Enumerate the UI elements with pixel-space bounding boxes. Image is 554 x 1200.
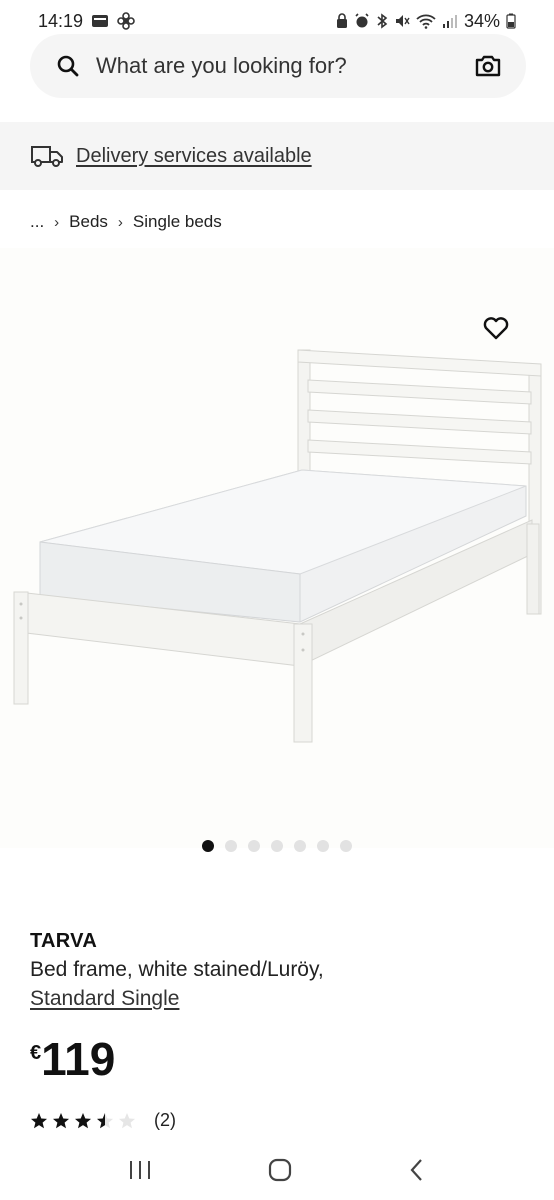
- delivery-banner[interactable]: Delivery services available: [0, 122, 554, 190]
- status-time: 14:19: [38, 10, 84, 31]
- battery-percent: 34%: [463, 10, 500, 31]
- message-icon: [92, 15, 109, 27]
- battery-icon: [506, 13, 516, 29]
- breadcrumb: ... › Beds › Single beds: [30, 210, 222, 234]
- signal-icon: [442, 15, 457, 28]
- carousel-dot[interactable]: [340, 840, 352, 852]
- rating-stars: [30, 1112, 136, 1130]
- carousel-indicator: [0, 840, 554, 852]
- status-right: 34%: [336, 11, 516, 32]
- heart-icon[interactable]: [482, 314, 510, 342]
- camera-icon[interactable]: [474, 54, 502, 78]
- breadcrumb-ellipsis[interactable]: ...: [30, 212, 44, 232]
- fan-icon: [117, 12, 135, 30]
- product-name: TARVA: [30, 930, 98, 952]
- status-left: 14:19: [38, 11, 135, 32]
- chevron-right-icon: ›: [54, 213, 60, 231]
- price-amount: 119: [41, 1033, 116, 1085]
- star-icon: [97, 1112, 113, 1128]
- truck-icon: [31, 146, 63, 167]
- star-icon: [31, 1112, 47, 1128]
- star-icon: [75, 1112, 91, 1128]
- carousel-dot[interactable]: [225, 840, 237, 852]
- price-currency: €: [30, 1042, 42, 1064]
- product-price: € 119: [30, 1036, 115, 1082]
- bed-illustration: [13, 349, 542, 743]
- system-nav-bar: [0, 1140, 554, 1200]
- chevron-right-icon: ›: [117, 213, 123, 231]
- product-rating[interactable]: (2): [30, 1110, 176, 1131]
- breadcrumb-item-single-beds[interactable]: Single beds: [133, 212, 222, 232]
- review-count[interactable]: (2): [154, 1110, 176, 1131]
- search-input[interactable]: What are you looking for?: [96, 53, 474, 79]
- back-icon[interactable]: [407, 1157, 427, 1183]
- recent-apps-icon[interactable]: [127, 1159, 153, 1181]
- carousel-dot[interactable]: [202, 840, 214, 852]
- bluetooth-icon: [377, 13, 388, 29]
- carousel-dot[interactable]: [271, 840, 283, 852]
- product-image[interactable]: [0, 248, 554, 848]
- wifi-icon: [416, 14, 436, 29]
- breadcrumb-item-beds[interactable]: Beds: [69, 212, 108, 232]
- mute-icon: [395, 15, 410, 27]
- carousel-dot[interactable]: [317, 840, 329, 852]
- delivery-link[interactable]: Delivery services available: [76, 145, 312, 168]
- carousel-dot[interactable]: [248, 840, 260, 852]
- carousel-dot[interactable]: [294, 840, 306, 852]
- home-icon[interactable]: [267, 1157, 293, 1183]
- search-bar[interactable]: What are you looking for?: [30, 34, 526, 98]
- lock-icon: [336, 13, 347, 28]
- search-icon[interactable]: [56, 54, 80, 78]
- star-icon: [119, 1112, 135, 1128]
- alarm-icon: [355, 13, 369, 28]
- product-size-link[interactable]: Standard Single: [30, 987, 179, 1011]
- product-description: Bed frame, white stained/Luröy,: [30, 958, 324, 981]
- star-icon: [53, 1112, 69, 1128]
